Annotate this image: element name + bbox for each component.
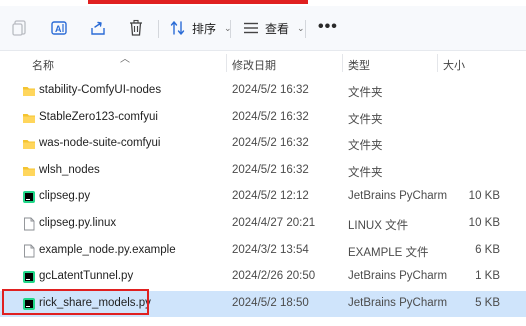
file-type: JetBrains PyCharm [348, 270, 448, 283]
file-row[interactable]: was-node-suite-comfyui 2024/5/2 16:32 文件… [0, 131, 526, 158]
view-icon [244, 22, 258, 34]
file-size: 1 KB [475, 270, 500, 283]
file-name: clipseg.py [39, 190, 91, 203]
file-size: 6 KB [475, 243, 500, 256]
column-divider[interactable] [437, 54, 438, 72]
copy-button[interactable] [12, 16, 28, 40]
file-row-selected[interactable]: rick_share_models.py 2024/5/2 18:50 JetB… [0, 290, 526, 318]
file-name: clipseg.py.linux [39, 216, 117, 229]
file-modified: 2024/2/26 20:50 [232, 270, 316, 283]
pycharm-file-icon [23, 271, 35, 284]
column-divider[interactable] [342, 54, 343, 72]
share-icon [91, 21, 105, 35]
file-name: example_node.py.example [39, 243, 176, 256]
command-bar: A 排序 ⌄ 查看 ⌄ ••• [0, 6, 526, 51]
column-modified[interactable]: 修改日期 [232, 57, 276, 73]
pycharm-file-icon [23, 297, 35, 310]
file-size: 10 KB [468, 216, 500, 229]
sort-label: 排序 [192, 21, 217, 36]
file-name: stability-ComfyUI-nodes [39, 84, 162, 96]
file-name: StableZero123-comfyui [39, 110, 158, 123]
view-label: 查看 [265, 21, 290, 36]
folder-icon [23, 166, 35, 176]
delete-button[interactable] [128, 16, 144, 40]
file-size: 10 KB [468, 190, 500, 203]
file-modified: 2024/5/2 18:50 [232, 296, 309, 309]
file-size: 5 KB [475, 296, 500, 309]
file-type: JetBrains PyCharm [348, 296, 448, 309]
folder-icon [23, 113, 35, 123]
more-options-button[interactable]: ••• [318, 18, 338, 36]
file-name: was-node-suite-comfyui [39, 137, 161, 150]
delete-icon [130, 19, 142, 36]
file-name: wlsh_nodes [39, 163, 100, 176]
column-divider[interactable] [226, 54, 227, 72]
chevron-down-icon: ⌄ [297, 22, 305, 33]
file-name: gcLatentTunnel.py [39, 270, 134, 283]
file-modified: 2024/5/2 16:32 [232, 163, 309, 176]
file-row[interactable]: example_node.py.example 2024/3/2 13:54 E… [0, 238, 526, 265]
file-type: LINUX 文件 [348, 219, 409, 232]
file-type: EXAMPLE 文件 [348, 246, 429, 259]
rename-icon: A [51, 21, 67, 35]
file-modified: 2024/5/2 16:32 [232, 84, 309, 96]
sort-button[interactable]: 排序 ⌄ [170, 16, 232, 40]
folder-icon [23, 87, 35, 96]
file-name: rick_share_models.py [39, 296, 151, 309]
file-row[interactable]: clipseg.py 2024/5/2 12:12 JetBrains PyCh… [0, 184, 526, 211]
svg-text:A: A [55, 24, 62, 34]
share-button[interactable] [90, 16, 106, 40]
red-highlight-bar [88, 0, 308, 4]
file-row[interactable]: gcLatentTunnel.py 2024/2/26 20:50 JetBra… [0, 264, 526, 291]
file-row[interactable]: clipseg.py.linux 2024/4/27 20:21 LINUX 文… [0, 211, 526, 238]
sort-icon [170, 21, 185, 35]
sort-ascending-icon: ︿ [120, 54, 130, 65]
file-modified: 2024/4/27 20:21 [232, 216, 316, 229]
file-row[interactable]: StableZero123-comfyui 2024/5/2 16:32 文件夹 [0, 105, 526, 132]
column-size[interactable]: 大小 [443, 57, 465, 73]
pycharm-file-icon [23, 191, 35, 204]
copy-icon [12, 20, 26, 36]
file-row[interactable]: stability-ComfyUI-nodes 2024/5/2 16:32 文… [0, 78, 526, 105]
file-type: JetBrains PyCharm [348, 190, 448, 203]
file-type: 文件夹 [348, 87, 383, 99]
blank-file-icon [24, 244, 35, 258]
column-name[interactable]: 名称 [32, 57, 54, 73]
folder-icon [23, 140, 35, 150]
column-header: ︿ 名称 修改日期 类型 大小 [0, 52, 526, 74]
file-modified: 2024/3/2 13:54 [232, 243, 309, 256]
file-modified: 2024/5/2 12:12 [232, 190, 309, 203]
view-button[interactable]: 查看 ⌄ [243, 16, 305, 40]
file-row[interactable]: wlsh_nodes 2024/5/2 16:32 文件夹 [0, 158, 526, 185]
rename-button[interactable]: A [50, 16, 68, 40]
toolbar-divider [305, 20, 306, 38]
file-modified: 2024/5/2 16:32 [232, 110, 309, 123]
toolbar-divider [230, 20, 231, 38]
file-modified: 2024/5/2 16:32 [232, 137, 309, 150]
file-type: 文件夹 [348, 140, 383, 153]
column-type[interactable]: 类型 [348, 57, 370, 73]
file-type: 文件夹 [348, 166, 383, 179]
file-list: stability-ComfyUI-nodes 2024/5/2 16:32 文… [0, 78, 526, 318]
toolbar-divider [158, 20, 159, 38]
file-type: 文件夹 [348, 113, 383, 126]
blank-file-icon [24, 217, 35, 231]
